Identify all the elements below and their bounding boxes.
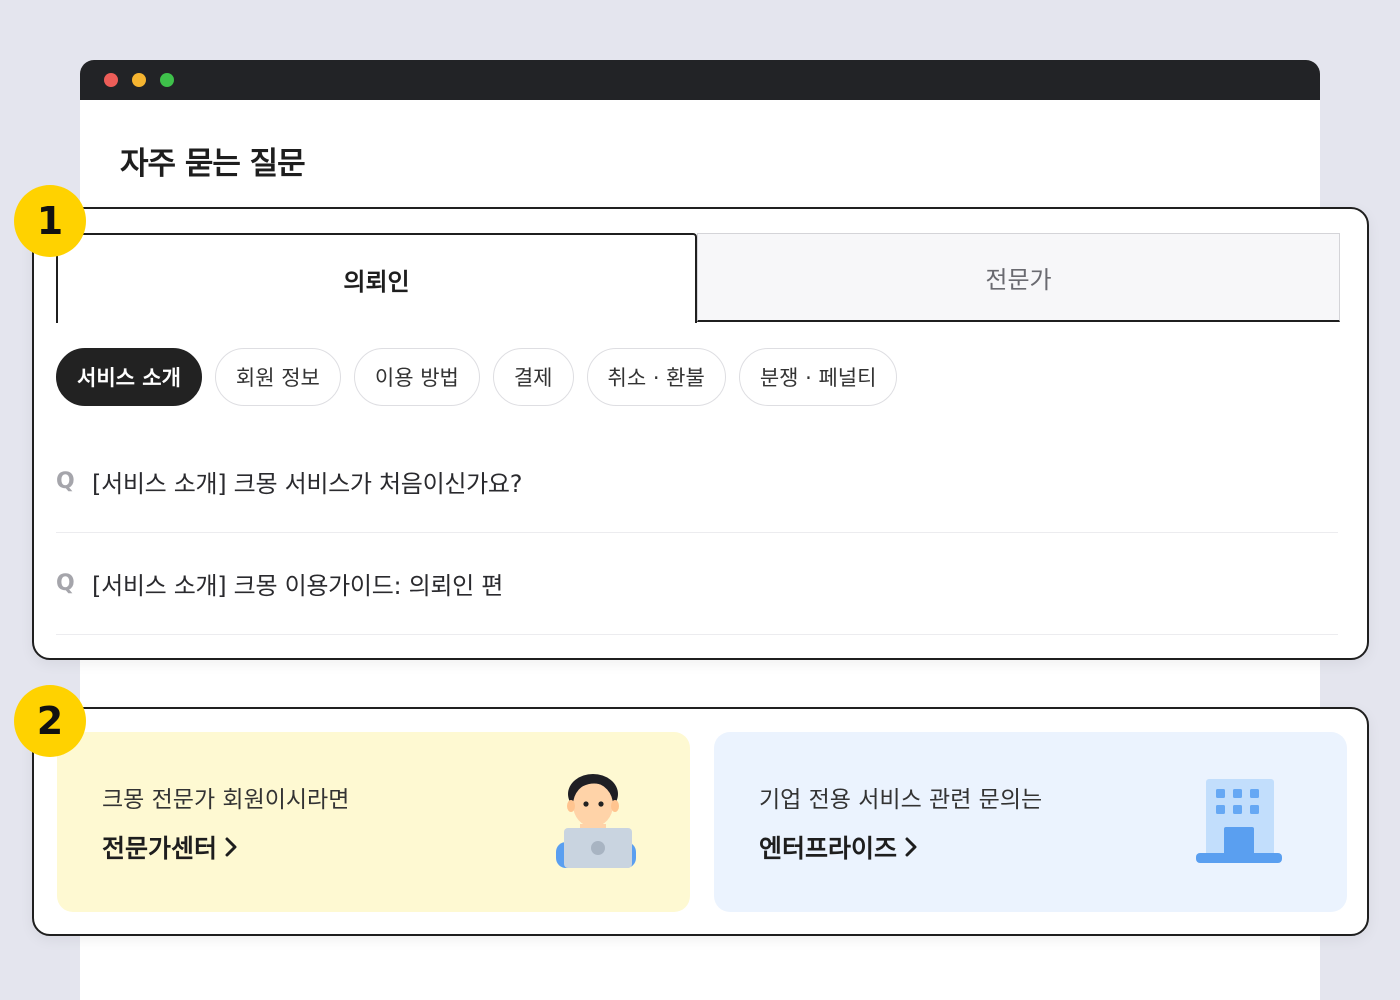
enterprise-card-subtitle: 기업 전용 서비스 관련 문의는 [759,787,1043,813]
page-title: 자주 묻는 질문 [120,146,306,182]
person-laptop-icon [556,774,636,868]
faq-item[interactable]: Q [서비스 소개] 크몽 서비스가 처음이신가요? [56,431,1338,533]
chip-service-intro[interactable]: 서비스 소개 [56,348,202,406]
faq-item[interactable]: Q [서비스 소개] 크몽 이용가이드: 의뢰인 편 [56,533,1338,635]
window-titlebar [80,60,1320,100]
tab-client[interactable]: 의뢰인 [56,233,697,323]
building-icon [1196,779,1282,863]
expert-center-card[interactable]: 크몽 전문가 회원이시라면 전문가센터 [57,732,690,912]
chip-member-info[interactable]: 회원 정보 [214,348,341,406]
enterprise-card[interactable]: 기업 전용 서비스 관련 문의는 엔터프라이즈 [714,732,1347,912]
category-chips: 서비스 소개 회원 정보 이용 방법 결제 취소 · 환불 분쟁 · 페널티 [56,348,898,406]
chip-cancel-refund[interactable]: 취소 · 환불 [586,348,726,406]
tab-expert[interactable]: 전문가 [697,233,1340,322]
faq-panel: 의뢰인 전문가 서비스 소개 회원 정보 이용 방법 결제 취소 · 환불 분쟁… [32,207,1369,660]
chevron-right-icon [225,837,237,857]
enterprise-link-label: 엔터프라이즈 [759,834,898,863]
minimize-window-dot[interactable] [132,73,146,87]
expert-center-link[interactable]: 전문가센터 [102,829,237,865]
faq-question: [서비스 소개] 크몽 서비스가 처음이신가요? [92,470,523,498]
question-icon: Q [56,469,75,494]
enterprise-link[interactable]: 엔터프라이즈 [759,829,917,865]
close-window-dot[interactable] [104,73,118,87]
question-icon: Q [56,571,75,596]
chip-how-to-use[interactable]: 이용 방법 [353,348,480,406]
shortcut-panel: 크몽 전문가 회원이시라면 전문가센터 기업 전용 서비스 관련 문의는 엔터프… [32,707,1369,936]
chip-payment[interactable]: 결제 [492,348,574,406]
callout-marker-1: 1 [14,185,86,257]
callout-marker-2: 2 [14,685,86,757]
maximize-window-dot[interactable] [160,73,174,87]
expert-card-subtitle: 크몽 전문가 회원이시라면 [102,787,350,813]
chevron-right-icon [905,837,917,857]
expert-center-link-label: 전문가센터 [102,834,218,863]
chip-dispute-penalty[interactable]: 분쟁 · 페널티 [738,348,898,406]
faq-question: [서비스 소개] 크몽 이용가이드: 의뢰인 편 [92,572,504,600]
